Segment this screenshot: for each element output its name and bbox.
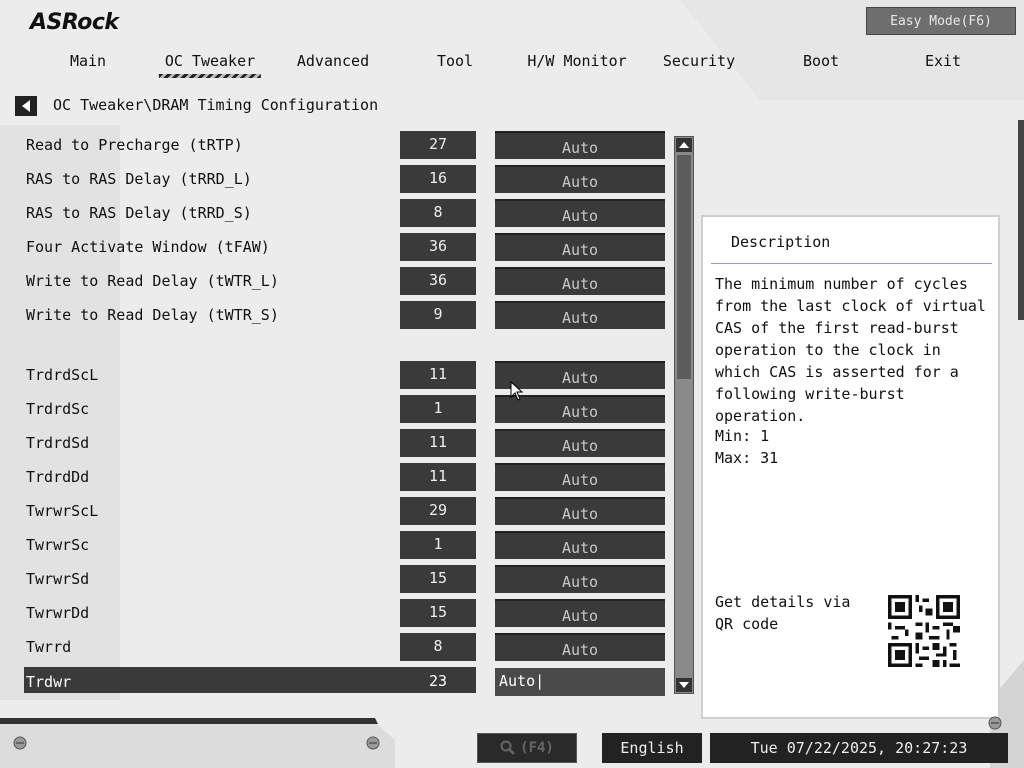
asrock-logo: ASRock xyxy=(30,10,119,35)
setting-label: TrdrdSd xyxy=(26,434,90,452)
setting-label: TrdrdScL xyxy=(26,366,99,384)
setting-input[interactable]: Auto xyxy=(495,463,665,491)
setting-row-trrd-s[interactable]: RAS to RAS Delay (tRRD_S) 8 Auto xyxy=(0,198,680,228)
setting-input[interactable]: Auto xyxy=(495,233,665,261)
setting-current-value: 8 xyxy=(400,633,476,661)
scrollbar[interactable] xyxy=(674,136,694,694)
setting-label: TrdrdSc xyxy=(26,400,90,418)
mouse-cursor-icon xyxy=(510,381,524,401)
main-nav: Main OC Tweaker Advanced Tool H/W Monito… xyxy=(0,50,1024,80)
datetime-display: Tue 07/22/2025, 20:27:23 xyxy=(710,733,1008,763)
setting-input[interactable]: Auto xyxy=(495,267,665,295)
setting-row-trdrdsd[interactable]: TrdrdSd 11 Auto xyxy=(0,428,680,458)
description-max: Max: 31 xyxy=(715,449,779,467)
setting-row-trdrddd[interactable]: TrdrdDd 11 Auto xyxy=(0,462,680,492)
scroll-up-icon[interactable] xyxy=(676,138,692,152)
setting-current-value: 11 xyxy=(400,463,476,491)
search-label: (F4) xyxy=(520,740,554,756)
setting-row-trdwr-selected[interactable]: Trdwr 23 Auto| xyxy=(0,667,680,697)
setting-label: TwrwrSd xyxy=(26,570,90,588)
setting-row-trrd-l[interactable]: RAS to RAS Delay (tRRD_L) 16 Auto xyxy=(0,164,680,194)
setting-input[interactable]: Auto xyxy=(495,131,665,159)
setting-current-value: 23 xyxy=(428,672,448,690)
tab-boot[interactable]: Boot xyxy=(797,50,845,80)
scroll-thumb[interactable] xyxy=(677,155,691,379)
setting-label: RAS to RAS Delay (tRRD_S) xyxy=(26,204,252,222)
setting-label: Write to Read Delay (tWTR_S) xyxy=(26,306,279,324)
setting-row-twrwrdd[interactable]: TwrwrDd 15 Auto xyxy=(0,598,680,628)
tab-advanced[interactable]: Advanced xyxy=(291,50,375,80)
breadcrumb: OC Tweaker\DRAM Timing Configuration xyxy=(53,96,379,114)
setting-input[interactable]: Auto xyxy=(495,301,665,329)
setting-label: TwrwrDd xyxy=(26,604,90,622)
setting-row-twrwrsc[interactable]: TwrwrSc 1 Auto xyxy=(0,530,680,560)
description-panel: Description The minimum number of cycles… xyxy=(701,215,1000,719)
setting-input[interactable]: Auto xyxy=(495,497,665,525)
tab-hw-monitor[interactable]: H/W Monitor xyxy=(521,50,632,80)
description-divider xyxy=(711,263,992,264)
setting-label: Four Activate Window (tFAW) xyxy=(26,238,270,256)
description-min: Min: 1 xyxy=(715,427,770,445)
easy-mode-button[interactable]: Easy Mode(F6) xyxy=(866,7,1016,35)
setting-input[interactable]: Auto xyxy=(495,633,665,661)
back-arrow-icon[interactable] xyxy=(15,96,37,116)
setting-label: Write to Read Delay (tWTR_L) xyxy=(26,272,279,290)
tab-security[interactable]: Security xyxy=(657,50,741,80)
setting-input[interactable]: Auto xyxy=(495,599,665,627)
setting-input[interactable]: Auto xyxy=(495,565,665,593)
search-icon xyxy=(500,740,516,755)
setting-current-value: 27 xyxy=(400,131,476,159)
setting-current-value: 11 xyxy=(400,429,476,457)
tab-oc-tweaker[interactable]: OC Tweaker xyxy=(158,50,262,80)
setting-row-trtp[interactable]: Read to Precharge (tRTP) 27 Auto xyxy=(0,130,680,160)
setting-label: TrdrdDd xyxy=(26,468,90,486)
setting-current-value: 36 xyxy=(400,233,476,261)
setting-label: Read to Precharge (tRTP) xyxy=(26,136,243,154)
setting-current-value: 11 xyxy=(400,361,476,389)
setting-label: Trdwr xyxy=(26,673,72,691)
setting-current-value: 1 xyxy=(400,531,476,559)
setting-input[interactable]: Auto| xyxy=(495,668,665,696)
setting-current-value: 36 xyxy=(400,267,476,295)
language-button[interactable]: English xyxy=(602,733,702,763)
setting-row-twtr-l[interactable]: Write to Read Delay (tWTR_L) 36 Auto xyxy=(0,266,680,296)
tab-tool[interactable]: Tool xyxy=(431,50,479,80)
setting-current-value: 15 xyxy=(400,599,476,627)
qr-label: Get details via QR code xyxy=(715,593,851,633)
qr-code-icon xyxy=(888,595,960,667)
setting-input[interactable]: Auto xyxy=(495,531,665,559)
setting-row-twtr-s[interactable]: Write to Read Delay (tWTR_S) 9 Auto xyxy=(0,300,680,330)
search-button[interactable]: (F4) xyxy=(477,733,577,763)
setting-label: RAS to RAS Delay (tRRD_L) xyxy=(26,170,252,188)
setting-current-value: 16 xyxy=(400,165,476,193)
setting-current-value: 15 xyxy=(400,565,476,593)
setting-row-trdrdsc[interactable]: TrdrdSc 1 Auto xyxy=(0,394,680,424)
setting-row-trdrdscl[interactable]: TrdrdScL 11 Auto xyxy=(0,360,680,390)
description-title: Description xyxy=(731,233,831,251)
setting-current-value: 8 xyxy=(400,199,476,227)
description-text: The minimum number of cycles from the la… xyxy=(715,275,995,425)
setting-input[interactable]: Auto xyxy=(495,429,665,457)
setting-input[interactable]: Auto xyxy=(495,199,665,227)
tab-exit[interactable]: Exit xyxy=(919,50,967,80)
tab-main[interactable]: Main xyxy=(64,50,112,80)
scroll-down-icon[interactable] xyxy=(676,678,692,692)
setting-row-twrrd[interactable]: Twrrd 8 Auto xyxy=(0,632,680,662)
setting-label: Twrrd xyxy=(26,638,72,656)
setting-input[interactable]: Auto xyxy=(495,165,665,193)
setting-row-twrwrscl[interactable]: TwrwrScL 29 Auto xyxy=(0,496,680,526)
setting-row-tfaw[interactable]: Four Activate Window (tFAW) 36 Auto xyxy=(0,232,680,262)
setting-current-value: 29 xyxy=(400,497,476,525)
setting-current-value: 9 xyxy=(400,301,476,329)
setting-label: TwrwrSc xyxy=(26,536,90,554)
setting-label: TwrwrScL xyxy=(26,502,99,520)
setting-current-value: 1 xyxy=(400,395,476,423)
setting-row-twrwrsd[interactable]: TwrwrSd 15 Auto xyxy=(0,564,680,594)
